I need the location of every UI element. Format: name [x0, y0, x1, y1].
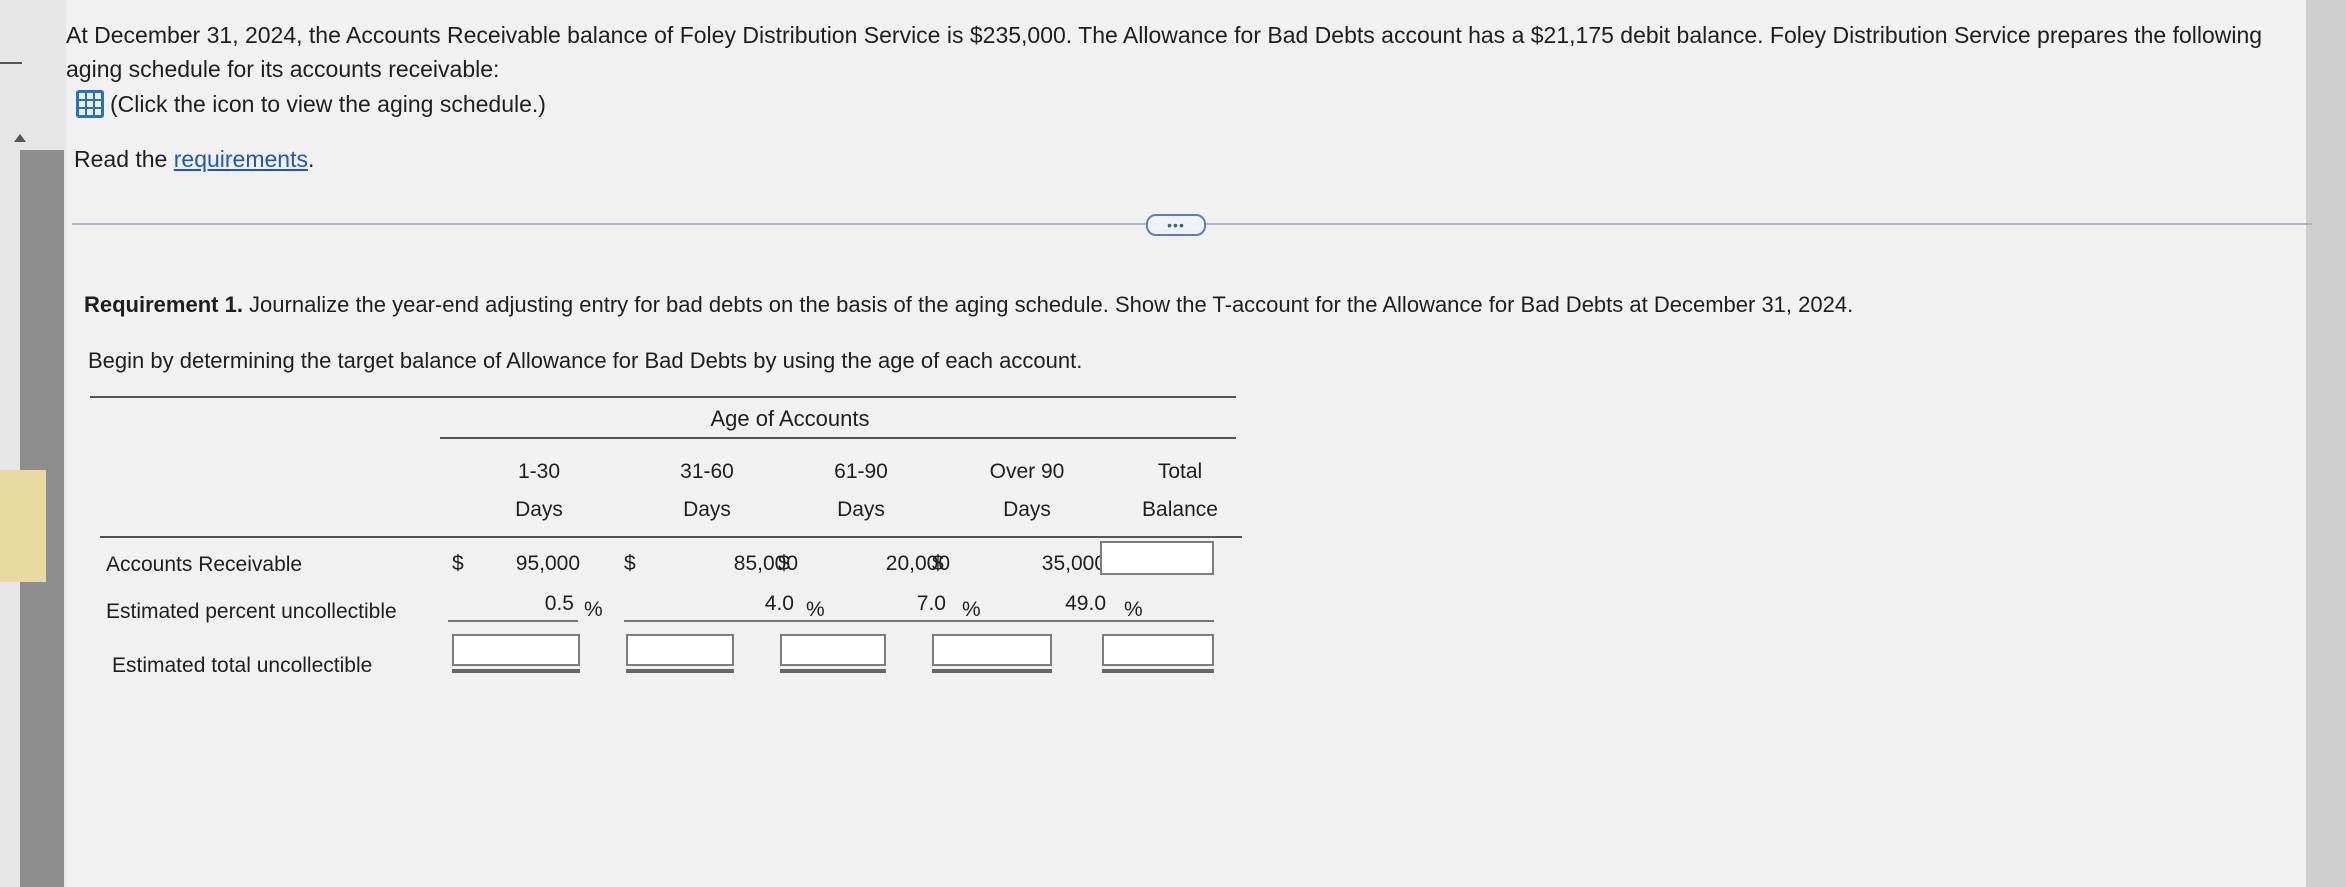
- row-label-accounts-receivable: Accounts Receivable: [106, 553, 303, 576]
- pct-value-61-90: 7.0: [916, 592, 946, 615]
- row-label-percent-uncollectible: Estimated percent uncollectible: [106, 600, 397, 623]
- pct-underline-61-90: [778, 620, 956, 622]
- double-rule-total: [1102, 669, 1214, 673]
- group-header-rule: [440, 437, 1236, 439]
- pct-value-over-90: 49.0: [1065, 592, 1106, 615]
- table-top-rule: [90, 396, 1236, 398]
- col-header-over-90: Over 90 Days: [989, 460, 1065, 521]
- est-total-input-over-90[interactable]: [932, 634, 1052, 666]
- pct-sign-31-60: %: [806, 598, 825, 621]
- group-header: Age of Accounts: [710, 406, 870, 431]
- double-rule-31-60: [626, 669, 734, 673]
- gutter-tick: [0, 62, 22, 64]
- pct-sign-1-30: %: [584, 598, 603, 621]
- aging-schedule-link-text: (Click the icon to view the aging schedu…: [110, 90, 546, 117]
- ar-sign-31-60: $: [624, 552, 636, 575]
- side-tab: [0, 470, 46, 582]
- scroll-up-arrow-icon[interactable]: [14, 134, 26, 142]
- row-label-total-uncollectible: Estimated total uncollectible: [112, 654, 373, 677]
- requirement-1: Requirement 1. Journalize the year-end a…: [84, 292, 1853, 318]
- requirements-link[interactable]: requirements: [174, 146, 308, 172]
- aging-schedule-link-row: (Click the icon to view the aging schedu…: [76, 90, 546, 118]
- ar-value-over-90: 35,000: [1041, 552, 1106, 575]
- pct-sign-over-90: %: [1124, 598, 1143, 621]
- pct-value-31-60: 4.0: [764, 592, 794, 615]
- double-rule-1-30: [452, 669, 580, 673]
- ar-sign-over-90: $: [932, 552, 944, 575]
- right-edge: [2306, 0, 2346, 887]
- problem-statement: At December 31, 2024, the Accounts Recei…: [66, 22, 2263, 82]
- ar-sign-1-30: $: [452, 552, 464, 575]
- est-total-input-1-30[interactable]: [452, 634, 580, 666]
- instructions: Begin by determining the target balance …: [88, 348, 1083, 373]
- pct-underline-1-30: [448, 620, 578, 622]
- pct-underline-31-60: [624, 620, 800, 622]
- col-header-total: Total Balance: [1142, 460, 1218, 521]
- pct-value-1-30: 0.5: [544, 592, 574, 615]
- read-suffix: .: [307, 146, 315, 172]
- more-options-icon[interactable]: •••: [1146, 214, 1206, 236]
- table-grid-icon[interactable]: [76, 90, 104, 118]
- read-prefix: Read the: [74, 146, 168, 172]
- ar-value-31-60: 85,000: [733, 552, 798, 575]
- est-total-input-61-90[interactable]: [780, 634, 886, 666]
- pct-underline-over-90: [932, 620, 1116, 622]
- requirement-1-label: Requirement 1.: [84, 292, 243, 317]
- est-total-input-31-60[interactable]: [626, 634, 734, 666]
- col-header-31-60: 31-60 Days: [680, 460, 734, 521]
- pct-underline-total: [1100, 620, 1214, 622]
- col-header-1-30: 1-30 Days: [515, 460, 563, 521]
- ar-total-input[interactable]: [1100, 541, 1214, 575]
- ar-value-1-30: 95,000: [515, 552, 580, 575]
- read-requirements: Read the requirements.: [74, 146, 314, 173]
- ar-sign-61-90: $: [778, 552, 790, 575]
- pct-sign-61-90: %: [962, 598, 981, 621]
- header-bottom-rule: [100, 536, 1242, 538]
- requirement-1-text: Journalize the year-end adjusting entry …: [242, 292, 1854, 317]
- question-panel: At December 31, 2024, the Accounts Recei…: [66, 0, 2312, 887]
- est-total-input-total[interactable]: [1102, 634, 1214, 666]
- double-rule-over-90: [932, 669, 1052, 673]
- col-header-61-90: 61-90 Days: [834, 460, 888, 521]
- double-rule-61-90: [780, 669, 886, 673]
- ar-value-61-90: 20,000: [885, 552, 950, 575]
